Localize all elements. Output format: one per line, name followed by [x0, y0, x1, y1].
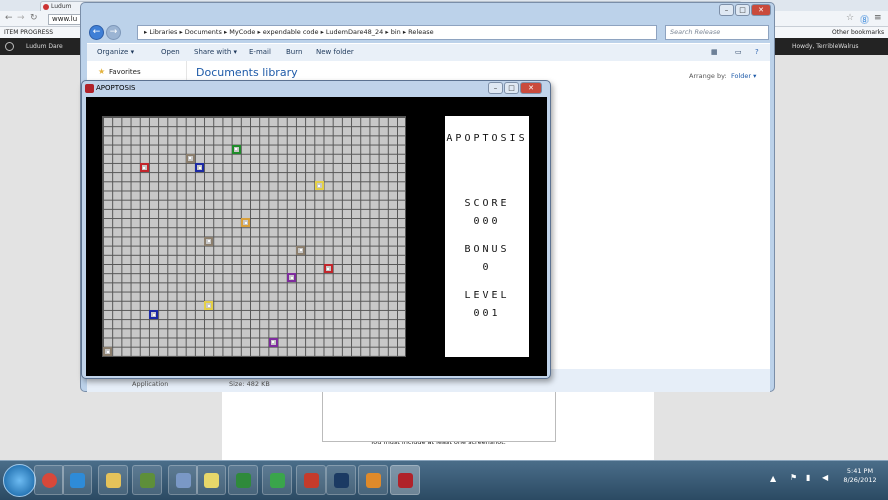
help-icon[interactable]: ?: [755, 44, 759, 62]
clock-date: 8/26/2012: [843, 476, 877, 484]
taskbar-image-icon[interactable]: [262, 465, 292, 495]
preview-pane-icon[interactable]: ▭: [735, 44, 742, 62]
share-with-button[interactable]: Share with ▾: [194, 44, 237, 62]
breadcrumb-item[interactable]: ▸ Release: [401, 28, 434, 36]
explorer-titlebar: – □ ✕: [81, 3, 774, 23]
nav-favorites[interactable]: Favorites: [109, 68, 141, 76]
game-window-title: APOPTOSIS: [96, 84, 136, 92]
level-value: 001: [473, 308, 501, 319]
bonus-value: 0: [482, 262, 492, 273]
game-canvas: APOPTOSIS SCORE 000 BONUS 0 LEVEL 001: [86, 97, 547, 376]
file-type: Application: [132, 380, 169, 388]
taskbar-tool-icon[interactable]: [358, 465, 388, 495]
taskbar-excel-icon[interactable]: [228, 465, 258, 495]
wordpress-icon[interactable]: [5, 42, 14, 51]
game-minimize-button[interactable]: –: [488, 82, 503, 94]
grid-cell-marker[interactable]: [149, 310, 158, 320]
taskbar-folder-icon[interactable]: [98, 465, 128, 495]
breadcrumb[interactable]: ▸ Libraries ▸ Documents ▸ MyCode ▸ expen…: [137, 25, 657, 40]
breadcrumb-item[interactable]: ▸ Documents: [177, 28, 221, 36]
close-button[interactable]: ✕: [751, 4, 771, 16]
score-panel: APOPTOSIS SCORE 000 BONUS 0 LEVEL 001: [445, 116, 529, 357]
game-grid[interactable]: [102, 116, 406, 357]
grid-cell-marker[interactable]: [241, 218, 250, 228]
explorer-toolbar: Organize ▾ Open Share with ▾ E-mail Burn…: [87, 43, 770, 61]
tray-arrow-icon[interactable]: ▲: [770, 474, 776, 483]
new-folder-button[interactable]: New folder: [316, 44, 354, 62]
game-app-icon: [85, 84, 94, 93]
grid-cell-marker[interactable]: [185, 153, 195, 163]
grid-cell-marker[interactable]: [204, 301, 214, 310]
library-title: Documents library: [196, 66, 298, 79]
taskbar-app-icon[interactable]: [168, 465, 198, 495]
search-input[interactable]: Search Release: [665, 25, 769, 40]
taskbar: ▲ ⚑ ▮ ◀: [0, 460, 888, 500]
explorer-nav-bar: ← → ▸ Libraries ▸ Documents ▸ MyCode ▸ e…: [87, 23, 770, 43]
breadcrumb-item[interactable]: ▸ MyCode: [222, 28, 255, 36]
grid-cell-marker[interactable]: [268, 337, 278, 347]
favorites-star-icon: ★: [98, 67, 106, 76]
score-value: 000: [473, 216, 501, 227]
taskbar-minecraft-icon[interactable]: [132, 465, 162, 495]
other-bookmarks[interactable]: Other bookmarks: [832, 27, 884, 38]
tray-network-icon[interactable]: ▮: [806, 473, 810, 482]
reload-icon[interactable]: ↻: [30, 13, 38, 23]
breadcrumb-item[interactable]: ▸ Libraries: [144, 28, 177, 36]
start-button[interactable]: [3, 464, 36, 497]
star-icon[interactable]: ☆: [846, 13, 854, 23]
taskbar-photoshop-icon[interactable]: [326, 465, 356, 495]
arrange-by-label: Arrange by:: [689, 72, 727, 80]
tray-flag-icon[interactable]: ⚑: [790, 473, 797, 482]
taskbar-chrome-icon[interactable]: [34, 465, 64, 495]
level-label: LEVEL: [464, 290, 510, 301]
forward-icon[interactable]: →: [106, 25, 121, 40]
maximize-button[interactable]: □: [735, 4, 750, 16]
breadcrumb-item[interactable]: ▸ bin: [383, 28, 400, 36]
arrange-by-dropdown[interactable]: Folder ▾: [731, 72, 756, 80]
taskbar-game-icon[interactable]: [390, 465, 420, 495]
back-icon[interactable]: ←: [89, 25, 104, 40]
description-textarea[interactable]: [322, 390, 556, 442]
open-button[interactable]: Open: [161, 44, 180, 62]
view-options-icon[interactable]: ▦: [711, 44, 718, 62]
taskbar-office-icon[interactable]: [296, 465, 326, 495]
bonus-label: BONUS: [464, 244, 510, 255]
wrench-icon[interactable]: ≡: [874, 13, 882, 23]
forward-icon[interactable]: →: [17, 13, 25, 23]
minimize-button[interactable]: –: [719, 4, 734, 16]
tray-volume-icon[interactable]: ◀: [822, 473, 828, 482]
score-label: SCORE: [464, 198, 510, 209]
user-greeting[interactable]: Howdy, TerribleWalrus: [792, 38, 859, 55]
taskbar-paint-icon[interactable]: [196, 465, 226, 495]
game-window: APOPTOSIS – □ ✕ APOPTOSIS SCORE 000 BONU…: [81, 80, 551, 379]
grid-cell-marker[interactable]: [103, 347, 112, 356]
bookmark-item-progress[interactable]: ITEM PROGRESS: [4, 27, 53, 38]
organize-button[interactable]: Organize ▾: [97, 44, 134, 62]
game-close-button[interactable]: ✕: [520, 82, 542, 94]
site-name-link[interactable]: Ludum Dare: [26, 38, 63, 55]
grid-cell-marker[interactable]: [296, 245, 306, 255]
grid-cell-marker[interactable]: [139, 163, 149, 172]
grid-cell-marker[interactable]: [287, 273, 296, 283]
extension-icon[interactable]: ⓼: [860, 13, 869, 26]
taskbar-ie-icon[interactable]: [62, 465, 92, 495]
burn-button[interactable]: Burn: [286, 44, 302, 62]
breadcrumb-item[interactable]: ▸ LudemDare48_24: [319, 28, 384, 36]
file-size: Size: 482 KB: [229, 380, 270, 388]
grid-cell-marker[interactable]: [204, 236, 214, 246]
game-maximize-button[interactable]: □: [504, 82, 519, 94]
breadcrumb-item[interactable]: ▸ expendable code: [255, 28, 318, 36]
clock-time: 5:41 PM: [846, 467, 874, 475]
grid-cell-marker[interactable]: [314, 181, 324, 191]
email-button[interactable]: E-mail: [249, 44, 271, 62]
back-icon[interactable]: ←: [5, 13, 13, 23]
system-clock[interactable]: 5:41 PM 8/26/2012: [836, 467, 884, 485]
tab-favicon-icon: [43, 4, 49, 10]
panel-title: APOPTOSIS: [446, 133, 528, 144]
grid-cell-marker[interactable]: [323, 264, 333, 274]
tab-label: Ludum: [51, 3, 72, 10]
grid-cell-marker[interactable]: [195, 163, 204, 172]
grid-cell-marker[interactable]: [231, 144, 241, 154]
